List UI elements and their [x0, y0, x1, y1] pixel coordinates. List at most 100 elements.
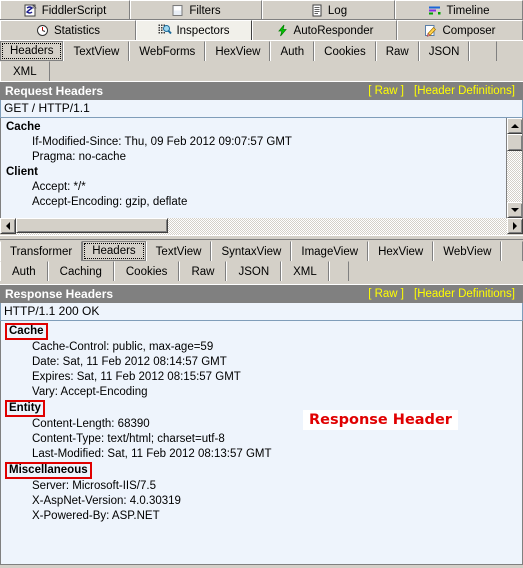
panel-splitter[interactable] [0, 235, 523, 240]
response-tab-syntaxview-label: SyntaxView [221, 245, 282, 258]
tab-fiddlerscript-label: FiddlerScript [41, 4, 107, 17]
request-tab-hexview-label: HexView [215, 45, 261, 58]
response-tab-transformer[interactable]: Transformer [0, 241, 83, 261]
request-tab-json-label: JSON [428, 45, 460, 58]
response-group-cache-label: Cache [5, 323, 48, 340]
request-tab-webforms[interactable]: WebForms [129, 41, 206, 61]
request-tab-filler [469, 41, 498, 61]
pencil-icon [424, 24, 438, 38]
response-tab-hexview[interactable]: HexView [368, 241, 434, 261]
tab-timeline[interactable]: Timeline [395, 0, 523, 20]
response-tab-filler [501, 241, 523, 261]
response-header-content-type: Content-Type: text/html; charset=utf-8 [32, 433, 225, 445]
request-hscroll-thumb[interactable] [16, 218, 168, 233]
script-icon [24, 3, 38, 18]
request-scroll-up-button[interactable] [507, 118, 522, 134]
tab-inspectors[interactable]: Inspectors [136, 20, 252, 40]
response-tab-auth-label: Auth [12, 265, 36, 278]
response-raw-link[interactable]: [ Raw ] [368, 288, 404, 300]
response-tab-headers[interactable]: Headers [82, 241, 146, 261]
request-line: GET / HTTP/1.1 [0, 100, 523, 118]
response-headers-title-bar: Response Headers [ Raw ] [Header Definit… [0, 284, 523, 303]
request-header-accept: Accept: */* [32, 181, 86, 193]
request-scroll-down-button[interactable] [507, 202, 522, 218]
request-scroll-thumb[interactable] [507, 134, 522, 151]
primary-tab-row-1: FiddlerScript Filters Log Timeline [0, 0, 523, 20]
lightning-icon [276, 24, 290, 38]
response-tab-row-1: Transformer Headers TextView SyntaxView … [0, 241, 523, 261]
tab-filters[interactable]: Filters [130, 0, 262, 20]
request-tab-textview[interactable]: TextView [63, 41, 130, 61]
response-headers-body[interactable]: Cache Cache-Control: public, max-age=59 … [0, 321, 523, 565]
request-hscroll-left-button[interactable] [0, 218, 16, 234]
request-tab-headers[interactable]: Headers [0, 41, 64, 61]
response-tab-json-label: JSON [238, 265, 270, 278]
request-hscroll-track[interactable] [16, 218, 507, 235]
request-hscroll-right-button[interactable] [507, 218, 523, 234]
request-group-cache: Cache [3, 120, 522, 135]
tab-fiddlerscript[interactable]: FiddlerScript [0, 0, 130, 20]
response-tab-json[interactable]: JSON [226, 261, 282, 281]
response-header-cache-control: Cache-Control: public, max-age=59 [32, 341, 214, 353]
request-tab-hexview[interactable]: HexView [205, 41, 271, 61]
tab-autoresponder[interactable]: AutoResponder [252, 20, 397, 40]
request-headers-title: Request Headers [5, 83, 104, 98]
request-headers-links: [ Raw ] [Header Definitions] [368, 85, 523, 97]
request-horizontal-scrollbar[interactable] [0, 218, 523, 235]
primary-tab-strip: FiddlerScript Filters Log Timeline Stati… [0, 0, 523, 40]
response-tab-row2-filler [328, 261, 349, 281]
response-header-expires: Expires: Sat, 11 Feb 2012 08:15:57 GMT [32, 371, 241, 383]
response-tab-syntaxview[interactable]: SyntaxView [211, 241, 292, 261]
response-tab-raw[interactable]: Raw [179, 261, 227, 281]
request-scroll-track[interactable] [507, 151, 522, 202]
tab-composer-label: Composer [442, 24, 496, 37]
tab-log[interactable]: Log [262, 0, 395, 20]
request-header-pragma: Pragma: no-cache [32, 151, 126, 163]
tab-composer[interactable]: Composer [397, 20, 523, 40]
request-raw-link[interactable]: [ Raw ] [368, 85, 404, 97]
response-tab-imageview[interactable]: ImageView [291, 241, 369, 261]
request-tab-xml[interactable]: XML [0, 61, 50, 81]
request-vertical-scrollbar[interactable] [506, 118, 522, 218]
tab-filters-label: Filters [189, 4, 221, 17]
response-tab-cookies[interactable]: Cookies [113, 261, 180, 281]
response-tab-transformer-label: Transformer [10, 245, 73, 258]
response-inspector-tab-strip: Transformer Headers TextView SyntaxView … [0, 241, 523, 281]
response-tab-xml[interactable]: XML [281, 261, 329, 281]
response-header-vary: Vary: Accept-Encoding [32, 386, 148, 398]
response-tab-headers-label: Headers [92, 245, 136, 257]
request-tab-row-1: Headers TextView WebForms HexView Auth C… [0, 41, 498, 61]
fiddler-window: FiddlerScript Filters Log Timeline Stati… [0, 0, 523, 568]
response-header-definitions-link[interactable]: [Header Definitions] [414, 288, 515, 300]
response-tab-row-2: Auth Caching Cookies Raw JSON XML [0, 261, 349, 281]
response-tab-caching[interactable]: Caching [47, 261, 114, 281]
tab-log-label: Log [327, 4, 348, 17]
request-tab-raw[interactable]: Raw [375, 41, 419, 61]
response-header-server: Server: Microsoft-IIS/7.5 [32, 480, 156, 492]
response-tab-auth[interactable]: Auth [0, 261, 48, 281]
request-tab-auth[interactable]: Auth [270, 41, 315, 61]
request-tab-headers-label: Headers [10, 45, 54, 57]
request-inspector-tab-strip: Headers TextView WebForms HexView Auth C… [0, 40, 523, 81]
request-tab-cookies[interactable]: Cookies [314, 41, 376, 61]
response-tab-caching-label: Caching [59, 265, 102, 278]
request-tab-webforms-label: WebForms [139, 45, 196, 58]
request-header-accept-encoding: Accept-Encoding: gzip, deflate [32, 196, 188, 208]
request-header-definitions-link[interactable]: [Header Definitions] [414, 85, 515, 97]
response-tab-textview[interactable]: TextView [145, 241, 212, 261]
response-tab-xml-label: XML [293, 265, 317, 278]
tab-statistics[interactable]: Statistics [0, 20, 136, 40]
response-tab-raw-label: Raw [191, 265, 215, 278]
request-tab-raw-label: Raw [385, 45, 409, 58]
request-group-cache-label: Cache [6, 121, 41, 133]
response-tab-webview[interactable]: WebView [433, 241, 502, 261]
request-group-client: Client [3, 165, 522, 180]
request-tab-auth-label: Auth [280, 45, 305, 58]
request-tab-json[interactable]: JSON [418, 41, 470, 61]
request-headers-body[interactable]: Cache If-Modified-Since: Thu, 09 Feb 201… [0, 118, 523, 219]
response-tab-webview-label: WebView [443, 245, 492, 258]
request-group-client-label: Client [6, 166, 38, 178]
response-group-miscellaneous-label: Miscellaneous [5, 462, 92, 479]
response-header-date: Date: Sat, 11 Feb 2012 08:14:57 GMT [32, 356, 227, 368]
timeline-icon [428, 4, 442, 18]
